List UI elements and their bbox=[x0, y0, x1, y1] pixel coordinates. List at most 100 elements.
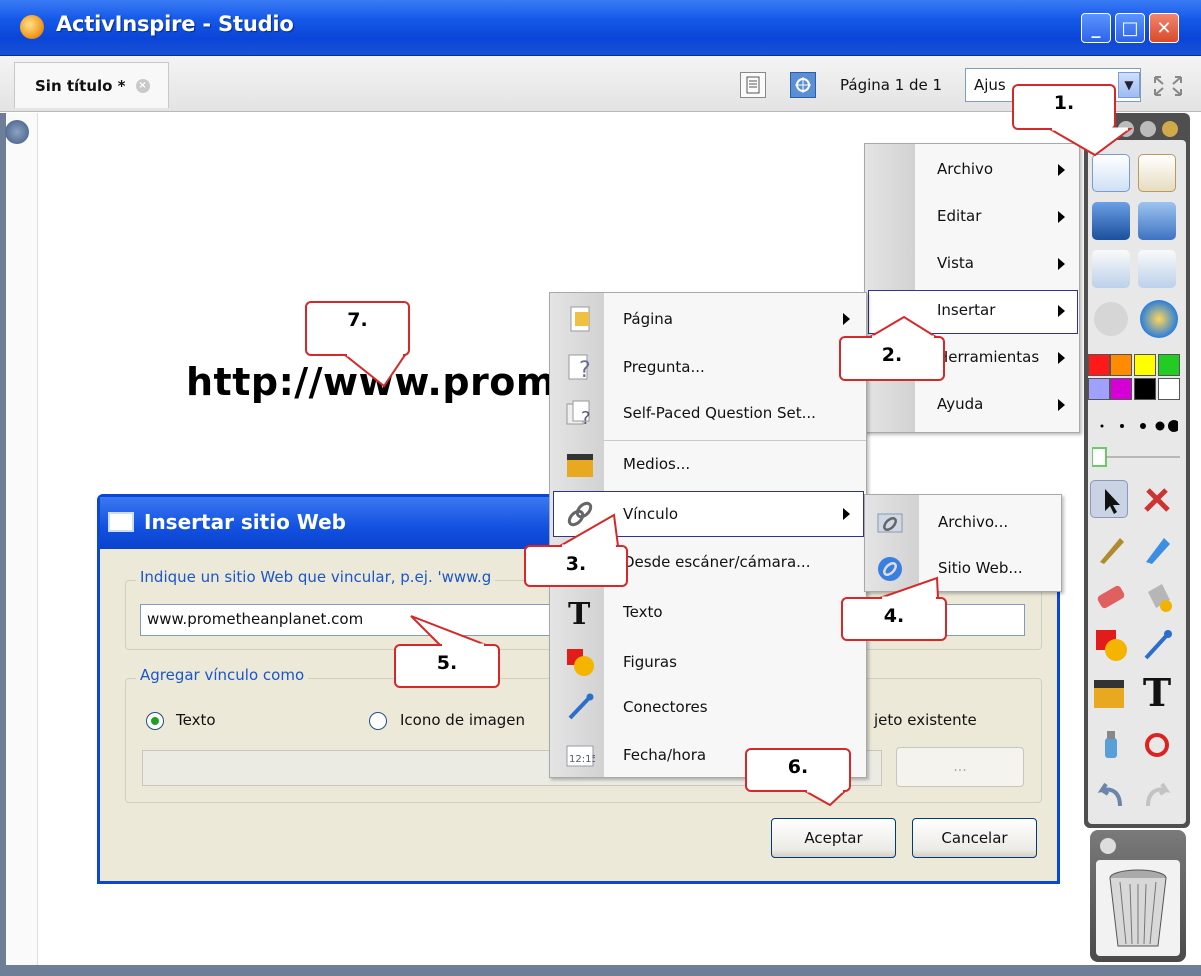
fill-icon[interactable] bbox=[1138, 578, 1176, 616]
color-swatch[interactable] bbox=[1088, 354, 1110, 376]
connector-tool-icon[interactable] bbox=[1138, 626, 1176, 664]
eraser-icon[interactable] bbox=[1092, 578, 1130, 616]
document-tab-label: Sin título * bbox=[35, 76, 126, 95]
dialog-title: Insertar sitio Web bbox=[144, 510, 347, 534]
insert-menu-item-label: Desde escáner/cámara... bbox=[623, 553, 811, 571]
undo-icon[interactable] bbox=[1092, 776, 1130, 814]
main-menu-item-label: Ayuda bbox=[937, 395, 984, 413]
menu-separator bbox=[604, 440, 866, 441]
link-menu-item-label: Archivo... bbox=[938, 513, 1009, 531]
insert-menu-item-conectores[interactable] bbox=[553, 688, 864, 730]
insert-menu-item-medios[interactable] bbox=[553, 445, 864, 487]
color-swatch[interactable] bbox=[1134, 378, 1156, 400]
svg-text:?: ? bbox=[579, 358, 591, 382]
link-menu-item-label: Sitio Web... bbox=[938, 559, 1023, 577]
insert-menu-item-figuras[interactable] bbox=[553, 643, 864, 685]
submenu-arrow-icon bbox=[1058, 211, 1065, 223]
media-tool-icon[interactable] bbox=[1090, 674, 1128, 712]
connector-icon bbox=[565, 692, 595, 722]
clear-icon[interactable] bbox=[1092, 726, 1130, 764]
minimize-button[interactable]: _ bbox=[1081, 13, 1111, 43]
flipchart-icon[interactable] bbox=[790, 72, 816, 98]
ok-button[interactable]: Aceptar bbox=[771, 818, 896, 858]
color-swatch[interactable] bbox=[1158, 378, 1180, 400]
callout-6: 6. bbox=[745, 748, 851, 792]
radio-text[interactable] bbox=[146, 712, 164, 730]
color-swatch[interactable] bbox=[1158, 354, 1180, 376]
main-menu-item-label: Insertar bbox=[937, 301, 996, 319]
next-page-icon[interactable] bbox=[1138, 250, 1176, 288]
window-bottom-border bbox=[0, 965, 1201, 976]
select-tool-icon[interactable] bbox=[1090, 480, 1128, 518]
shapes-icon bbox=[565, 647, 595, 677]
main-menu-item-label: Herramientas bbox=[937, 348, 1040, 366]
main-menu-icon[interactable] bbox=[1092, 154, 1130, 192]
main-menu-item-label: Vista bbox=[937, 254, 974, 272]
insert-menu-item-p-gina[interactable] bbox=[553, 300, 864, 342]
insert-menu-item-label: Figuras bbox=[623, 653, 677, 671]
radio-image-icon[interactable] bbox=[369, 712, 387, 730]
play-icon[interactable] bbox=[1094, 302, 1128, 336]
svg-text:12:15: 12:15 bbox=[569, 754, 595, 765]
web-browser-icon[interactable] bbox=[1140, 300, 1178, 338]
url-group-label: Indique un sitio Web que vincular, p.ej.… bbox=[136, 568, 496, 586]
previous-page-icon[interactable] bbox=[1092, 250, 1130, 288]
zoom-dropdown-icon[interactable]: ▼ bbox=[1118, 72, 1140, 98]
radio-text-label: Texto bbox=[176, 711, 216, 729]
tab-close-icon[interactable]: × bbox=[135, 78, 150, 93]
insert-menu-item-pregunta[interactable] bbox=[553, 348, 864, 390]
submenu-arrow-icon bbox=[843, 313, 850, 325]
insert-menu-item-v-nculo[interactable] bbox=[553, 495, 864, 537]
desktop-tools-icon[interactable] bbox=[1138, 202, 1176, 240]
pen-width-selector[interactable] bbox=[1096, 418, 1180, 434]
profile-icon[interactable] bbox=[1138, 154, 1176, 192]
text-tool-icon[interactable]: T bbox=[1138, 674, 1176, 712]
color-swatch[interactable] bbox=[1134, 354, 1156, 376]
callout-3: 3. bbox=[524, 545, 628, 587]
redo-icon[interactable] bbox=[1138, 776, 1176, 814]
submenu-arrow-icon bbox=[1058, 352, 1065, 364]
tools-icon[interactable] bbox=[1138, 480, 1176, 518]
browse-button: ... bbox=[896, 747, 1024, 787]
submenu-arrow-icon bbox=[1058, 164, 1065, 176]
radio-image-label: Icono de imagen bbox=[400, 711, 526, 729]
submenu-arrow-icon bbox=[1058, 305, 1065, 317]
insert-menu-item-label: Conectores bbox=[623, 698, 708, 716]
document-tab[interactable]: Sin título * × bbox=[14, 62, 169, 108]
activinspire-logo-icon bbox=[20, 15, 44, 39]
toolbox-collapse-icon[interactable] bbox=[1140, 121, 1156, 137]
highlighter-icon[interactable] bbox=[1138, 530, 1176, 568]
transparency-slider[interactable] bbox=[1091, 446, 1182, 468]
trash-close-icon[interactable] bbox=[1100, 838, 1116, 854]
text-icon: T bbox=[565, 597, 595, 632]
color-swatch[interactable] bbox=[1110, 354, 1132, 376]
toolbox-pin-icon[interactable] bbox=[1162, 121, 1178, 137]
svg-text:T: T bbox=[568, 597, 591, 627]
color-swatch[interactable] bbox=[1088, 378, 1110, 400]
submenu-arrow-icon bbox=[1058, 258, 1065, 270]
callout-2: 2. bbox=[839, 336, 945, 381]
insert-menu-item-label: Self-Paced Question Set... bbox=[623, 404, 816, 422]
maximize-button[interactable]: □ bbox=[1115, 13, 1145, 43]
main-menu-item-label: Archivo bbox=[937, 160, 994, 178]
callout-5: 5. bbox=[394, 644, 500, 688]
dock-pin-icon[interactable] bbox=[5, 120, 29, 144]
insert-menu-item-texto[interactable] bbox=[553, 593, 864, 635]
cancel-button[interactable]: Cancelar bbox=[912, 818, 1037, 858]
close-button[interactable]: ✕ bbox=[1149, 13, 1179, 43]
reset-page-icon[interactable] bbox=[1138, 726, 1176, 764]
add-as-group-label: Agregar vínculo como bbox=[136, 666, 309, 684]
page-browser-icon[interactable] bbox=[740, 72, 766, 98]
desktop-annotate-icon[interactable] bbox=[1092, 202, 1130, 240]
shape-tool-icon[interactable] bbox=[1092, 626, 1130, 664]
fullscreen-icon[interactable] bbox=[1152, 74, 1184, 98]
dialog-window-icon bbox=[108, 512, 134, 532]
color-swatch[interactable] bbox=[1110, 378, 1132, 400]
canvas-url-text[interactable]: http://www.prom bbox=[186, 360, 556, 404]
pen-tool-icon[interactable] bbox=[1092, 530, 1130, 568]
callout-7: 7. bbox=[305, 301, 410, 356]
trash-can-icon[interactable] bbox=[1096, 860, 1180, 956]
page-icon bbox=[565, 304, 595, 334]
file-link-icon bbox=[875, 508, 905, 538]
toolbox-menu-icon[interactable] bbox=[1118, 121, 1134, 137]
